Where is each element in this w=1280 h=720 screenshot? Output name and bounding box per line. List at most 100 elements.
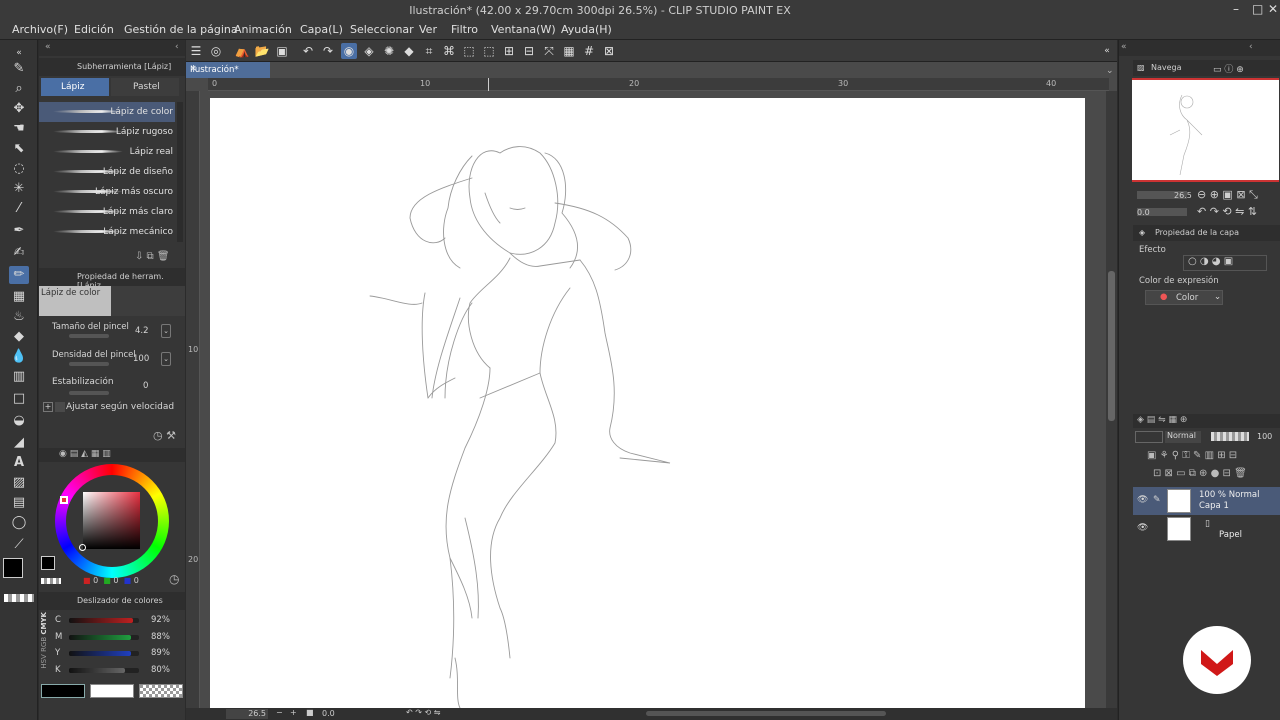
menu-animation[interactable]: Animación <box>234 23 292 36</box>
figure-icon[interactable]: ▥ <box>9 368 29 386</box>
menu-icon[interactable]: ☰ <box>188 43 204 59</box>
fit-icon[interactable]: ■ <box>306 708 314 717</box>
expand-icon[interactable]: ⤧ <box>541 43 557 59</box>
menu-layer[interactable]: Capa(L) <box>300 23 343 36</box>
zoom-in-icon[interactable]: + <box>290 708 297 717</box>
select-icon[interactable]: ⬚ <box>461 43 477 59</box>
mini-main-color[interactable] <box>41 556 55 570</box>
eye-icon[interactable]: 👁 <box>1137 495 1148 505</box>
panel-collapse-icon[interactable]: « <box>45 42 51 52</box>
cmyk-value[interactable]: 92% <box>151 615 170 625</box>
menu-file[interactable]: Archivo(F) <box>12 23 68 36</box>
move-icon[interactable]: ✥ <box>9 100 29 118</box>
airbrush-icon[interactable]: ♨ <box>9 308 29 326</box>
color-square[interactable] <box>83 492 140 549</box>
drawing-canvas[interactable] <box>210 98 1085 710</box>
transparent-swatch[interactable] <box>4 594 34 602</box>
text-icon[interactable]: A <box>9 454 29 472</box>
expr-color-select[interactable]: ● Color ⌄ <box>1145 290 1223 305</box>
nav-angle-value[interactable]: 0.0 <box>1137 208 1150 217</box>
panel-expand-icon[interactable]: « <box>1099 43 1115 59</box>
opacity-value[interactable]: 100 <box>1257 432 1272 441</box>
menu-window[interactable]: Ventana(W) <box>491 23 556 36</box>
size-slider[interactable] <box>69 334 109 338</box>
subtool-scrollbar[interactable] <box>177 102 183 242</box>
tab-menu-icon[interactable]: ⌄ <box>1106 66 1114 76</box>
frame-icon[interactable]: ▨ <box>9 474 29 492</box>
tab-document[interactable]: Ilustración* ✕ <box>186 62 270 78</box>
menu-filter[interactable]: Filtro <box>451 23 478 36</box>
balloon-icon[interactable]: ◯ <box>9 514 29 532</box>
fill-icon[interactable]: ◆ <box>401 43 417 59</box>
menu-select[interactable]: Seleccionar <box>350 23 414 36</box>
nav-zoom-value[interactable]: 26.5 <box>1174 191 1192 200</box>
layer-tab-icon[interactable]: ◈ ▤ ⇋ ▦ ⊕ <box>1137 415 1187 425</box>
pen-tool-icon[interactable]: ✒ <box>9 222 29 240</box>
layer-row[interactable]: 👁 ▯ Papel <box>1133 515 1280 543</box>
rotate-icons[interactable]: ↶ ↷ ⟲ ⇋ <box>406 708 440 717</box>
snap-ruler-icon[interactable]: ◈ <box>361 43 377 59</box>
menu-view[interactable]: Ver <box>419 23 437 36</box>
settings-icon[interactable]: ◷ ⚒ <box>153 429 176 442</box>
undo-icon[interactable]: ↶ <box>300 43 316 59</box>
navigator-tab[interactable]: Navega <box>1151 63 1182 72</box>
close-icon[interactable]: ✕ <box>1268 2 1278 16</box>
cmyk-value[interactable]: 89% <box>151 648 170 658</box>
effect-buttons[interactable]: ○ ◑ ◕ ▣ <box>1183 255 1267 271</box>
brush-item[interactable]: Lápiz más claro <box>39 202 175 222</box>
minimize-icon[interactable]: – <box>1233 2 1239 16</box>
panel-collapse-icon[interactable]: « <box>1121 42 1127 52</box>
panel-expand-icon[interactable]: ‹ <box>1249 42 1253 52</box>
lasso-icon[interactable]: ◌ <box>9 160 29 178</box>
fill-icon[interactable]: ◒ <box>9 412 29 430</box>
tab-pastel[interactable]: Pastel <box>111 78 179 96</box>
expand-icon[interactable]: + <box>43 402 53 412</box>
cmyk-value[interactable]: 80% <box>151 665 170 675</box>
brush-item[interactable]: Lápiz más oscuro <box>39 182 175 202</box>
hue-marker[interactable] <box>60 496 68 504</box>
eye-icon[interactable]: 👁 <box>1137 523 1148 533</box>
value-marker[interactable] <box>79 544 86 551</box>
correction-icon[interactable]: ⟋ <box>9 536 29 554</box>
cmyk-slider[interactable] <box>69 618 139 623</box>
brush-item[interactable]: Lápiz de diseño <box>39 162 175 182</box>
opacity-slider[interactable] <box>1211 432 1249 441</box>
ruler-icon[interactable]: ▤ <box>9 494 29 512</box>
redo-icon[interactable]: ↷ <box>320 43 336 59</box>
speed-checkbox[interactable] <box>55 402 65 412</box>
tab-lapiz[interactable]: Lápiz <box>41 78 109 96</box>
swatch-white[interactable] <box>90 684 134 698</box>
studio-icon[interactable]: ◎ <box>208 43 224 59</box>
swatch-transparent[interactable] <box>139 684 183 698</box>
cmyk-slider[interactable] <box>69 634 139 640</box>
layer-row[interactable]: 👁 ✎ 100 % Normal Capa 1 <box>1133 487 1280 515</box>
horizontal-scrollbar[interactable] <box>646 711 886 716</box>
size-dropdown-icon[interactable]: ⌄ <box>161 324 171 338</box>
brush-item[interactable]: Lápiz rugoso <box>39 122 175 142</box>
pencil-icon[interactable]: ✏ <box>9 266 29 284</box>
new-icon[interactable]: ⛺ <box>234 43 250 59</box>
menu-help[interactable]: Ayuda(H) <box>561 23 612 36</box>
ruler-icon[interactable]: ⊠ <box>601 43 617 59</box>
blend-icon[interactable]: 💧 <box>9 348 29 366</box>
color-mode-icon[interactable]: ◷ <box>169 572 179 586</box>
select-all-icon[interactable]: ⊞ <box>501 43 517 59</box>
layer-options-icons[interactable]: ▣ ⚘ ⚲ ⚿ ✎ ▥ ⊞ ⊟ <box>1147 450 1237 461</box>
snap-icon[interactable]: ◉ <box>341 43 357 59</box>
object-icon[interactable]: ⬉ <box>9 140 29 158</box>
pencil-icon[interactable]: ✎ <box>1153 495 1161 505</box>
pen-icon[interactable]: ✎ <box>9 60 29 78</box>
cmyk-value[interactable]: 88% <box>151 632 170 642</box>
magic-wand-icon[interactable]: ✳ <box>9 180 29 198</box>
grid-icon[interactable]: ▦ <box>561 43 577 59</box>
eraser-icon[interactable]: ◆ <box>9 328 29 346</box>
scroll-thumb[interactable] <box>1108 271 1115 421</box>
cmyk-slider[interactable] <box>69 651 139 656</box>
zoom-value[interactable]: 26.5 <box>226 709 268 719</box>
angle-value[interactable]: 0.0 <box>322 709 335 718</box>
open-icon[interactable]: 📂 <box>254 43 270 59</box>
nav-rotate-icons[interactable]: ↶ ↷ ⟲ ⇋ ⇅ <box>1197 205 1257 218</box>
transform-icon[interactable]: ⌘ <box>441 43 457 59</box>
density-slider[interactable] <box>69 362 109 366</box>
hand-icon[interactable]: ☚ <box>9 120 29 138</box>
